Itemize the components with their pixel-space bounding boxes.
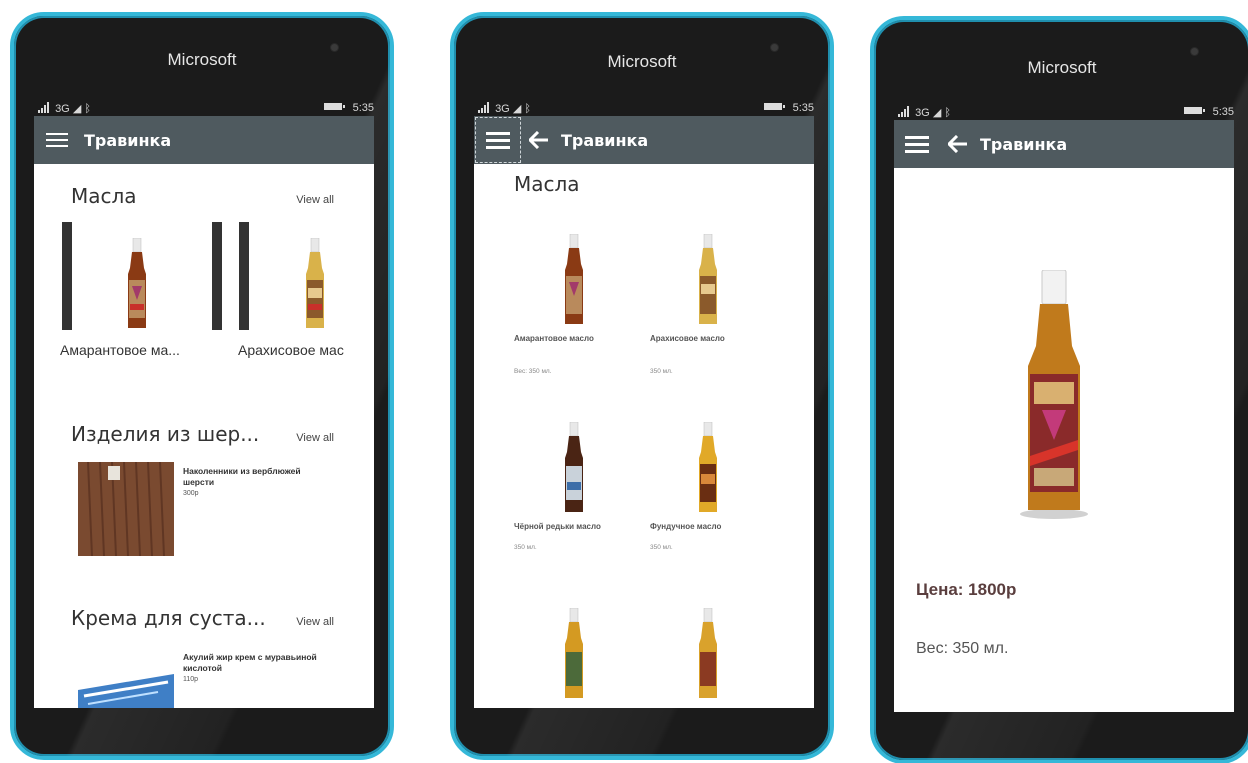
brand-logo: Microsoft (167, 50, 237, 69)
view-all-wool-link[interactable]: View all (296, 432, 334, 444)
product-weight: Вес: 350 мл. (916, 640, 1009, 657)
knee-pads-image[interactable] (78, 462, 174, 556)
wifi-icon: ◢ (72, 103, 82, 115)
bluetooth-icon: ᛒ (84, 103, 91, 115)
battery-icon (763, 103, 785, 110)
battery-icon (1183, 107, 1205, 114)
status-time: 5:35 (352, 102, 374, 114)
phone-home: Microsoft 3G ◢ ᛒ 5:35 Травинка Масла Vie… (10, 12, 394, 760)
screen-home: Травинка Масла View all Амарантовое ма..… (34, 116, 374, 708)
category-title: Масла (514, 172, 580, 196)
wifi-icon: ◢ (932, 107, 942, 119)
product-name-amaranth[interactable]: Амарантовое ма... (60, 342, 180, 358)
grid-item-name[interactable]: Амарантовое масло (514, 334, 594, 343)
section-title: Изделия из шер... (71, 422, 260, 446)
hamburger-menu-button[interactable] (475, 117, 521, 163)
card-edge (239, 222, 249, 330)
network-label: 3G (495, 103, 510, 115)
list-item-knee-pads[interactable]: Наколенники из верблюжей шерсти 300р (183, 466, 313, 497)
item-price: 110р (183, 676, 199, 683)
phone-category: Microsoft 3G ◢ ᛒ 5:35 Травинка Масла Ама… (450, 12, 834, 760)
hamburger-menu-button[interactable] (894, 120, 940, 168)
view-all-oils-link[interactable]: View all (296, 194, 334, 206)
grid-bottle-peanut[interactable] (695, 234, 721, 326)
grid-bottle-row3-right[interactable] (695, 608, 721, 700)
back-arrow-button[interactable] (940, 120, 976, 168)
wifi-icon: ◢ (512, 103, 522, 115)
product-name-peanut[interactable]: Арахисовое мас (238, 342, 374, 358)
phone-detail: Microsoft 3G ◢ ᛒ 5:35 Травинка Цена: 180… (870, 16, 1248, 763)
section-header-wool: Изделия из шер... View all (34, 422, 374, 446)
grid-bottle-black-radish[interactable] (561, 422, 587, 514)
back-arrow-icon (529, 131, 548, 149)
back-arrow-icon (948, 135, 967, 153)
grid-bottle-row3-left[interactable] (561, 608, 587, 700)
peanut-oil-bottle-image[interactable] (302, 238, 328, 330)
item-price: 300р (183, 490, 199, 497)
screen-detail: Травинка Цена: 1800р Вес: 350 мл. (894, 120, 1234, 712)
camera (331, 44, 338, 51)
section-title: Крема для суста... (71, 606, 266, 630)
screen-category: Травинка Масла Амарантовое масло Вес: 35… (474, 116, 814, 708)
grid-item-name[interactable]: Фундучное масло (650, 522, 721, 531)
card-edge (62, 222, 72, 330)
signal-icon: 3G ◢ ᛒ (898, 106, 951, 119)
grid-bottle-amaranth[interactable] (561, 234, 587, 326)
brand-logo: Microsoft (607, 52, 677, 71)
camera (1191, 48, 1198, 55)
grid-item-name[interactable]: Арахисовое масло (650, 334, 725, 343)
hamburger-menu-button[interactable] (34, 116, 80, 164)
shark-cream-image[interactable] (78, 670, 174, 708)
card-edge (212, 222, 222, 330)
app-title: Травинка (84, 130, 172, 150)
status-time: 5:35 (792, 102, 814, 114)
app-title: Травинка (561, 130, 649, 150)
network-label: 3G (55, 103, 70, 115)
item-title: Акулий жир крем с муравьиной кислотой (183, 652, 317, 673)
amaranth-oil-bottle-image[interactable] (124, 238, 150, 330)
product-price: Цена: 1800р (916, 580, 1017, 599)
section-header-creams: Крема для суста... View all (34, 606, 374, 630)
brand-logo: Microsoft (1027, 58, 1097, 77)
product-bottle-image (1020, 270, 1088, 519)
signal-icon: 3G ◢ ᛒ (478, 102, 531, 115)
camera (771, 44, 778, 51)
bluetooth-icon: ᛒ (944, 107, 951, 119)
grid-item-name[interactable]: Чёрной редьки масло (514, 522, 601, 531)
network-label: 3G (915, 107, 930, 119)
grid-bottle-hazelnut[interactable] (695, 422, 721, 514)
app-title: Травинка (980, 134, 1068, 154)
grid-item-weight: 350 мл. (650, 544, 673, 551)
item-title: Наколенники из верблюжей шерсти (183, 466, 301, 487)
grid-item-weight: Вес: 350 мл. (514, 368, 552, 375)
grid-item-weight: 350 мл. (514, 544, 537, 551)
back-arrow-button[interactable] (521, 116, 557, 164)
signal-icon: 3G ◢ ᛒ (38, 102, 91, 115)
status-time: 5:35 (1212, 106, 1234, 118)
list-item-shark-cream[interactable]: Акулий жир крем с муравьиной кислотой 11… (183, 652, 323, 683)
grid-item-weight: 350 мл. (650, 368, 673, 375)
section-header-oils: Масла View all (34, 184, 374, 208)
bluetooth-icon: ᛒ (524, 103, 531, 115)
app-bar: Травинка (34, 116, 374, 164)
app-bar: Травинка (894, 120, 1234, 168)
app-bar: Травинка (474, 116, 814, 164)
section-title: Масла (71, 184, 137, 208)
battery-icon (323, 103, 345, 110)
view-all-creams-link[interactable]: View all (296, 616, 334, 628)
